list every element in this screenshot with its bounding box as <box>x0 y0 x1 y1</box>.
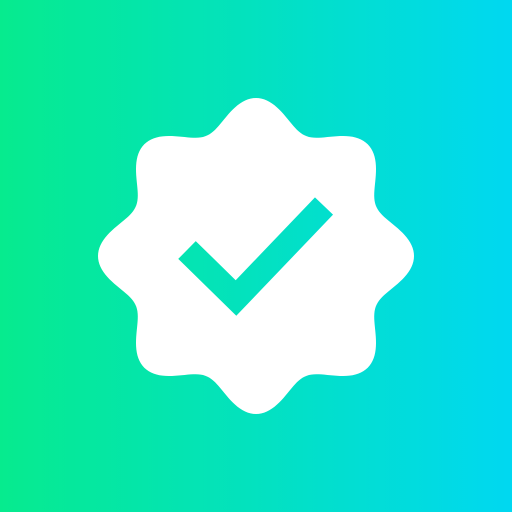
verified-badge-icon <box>0 0 512 512</box>
badge-shape <box>98 98 414 414</box>
app-icon-tile <box>0 0 512 512</box>
